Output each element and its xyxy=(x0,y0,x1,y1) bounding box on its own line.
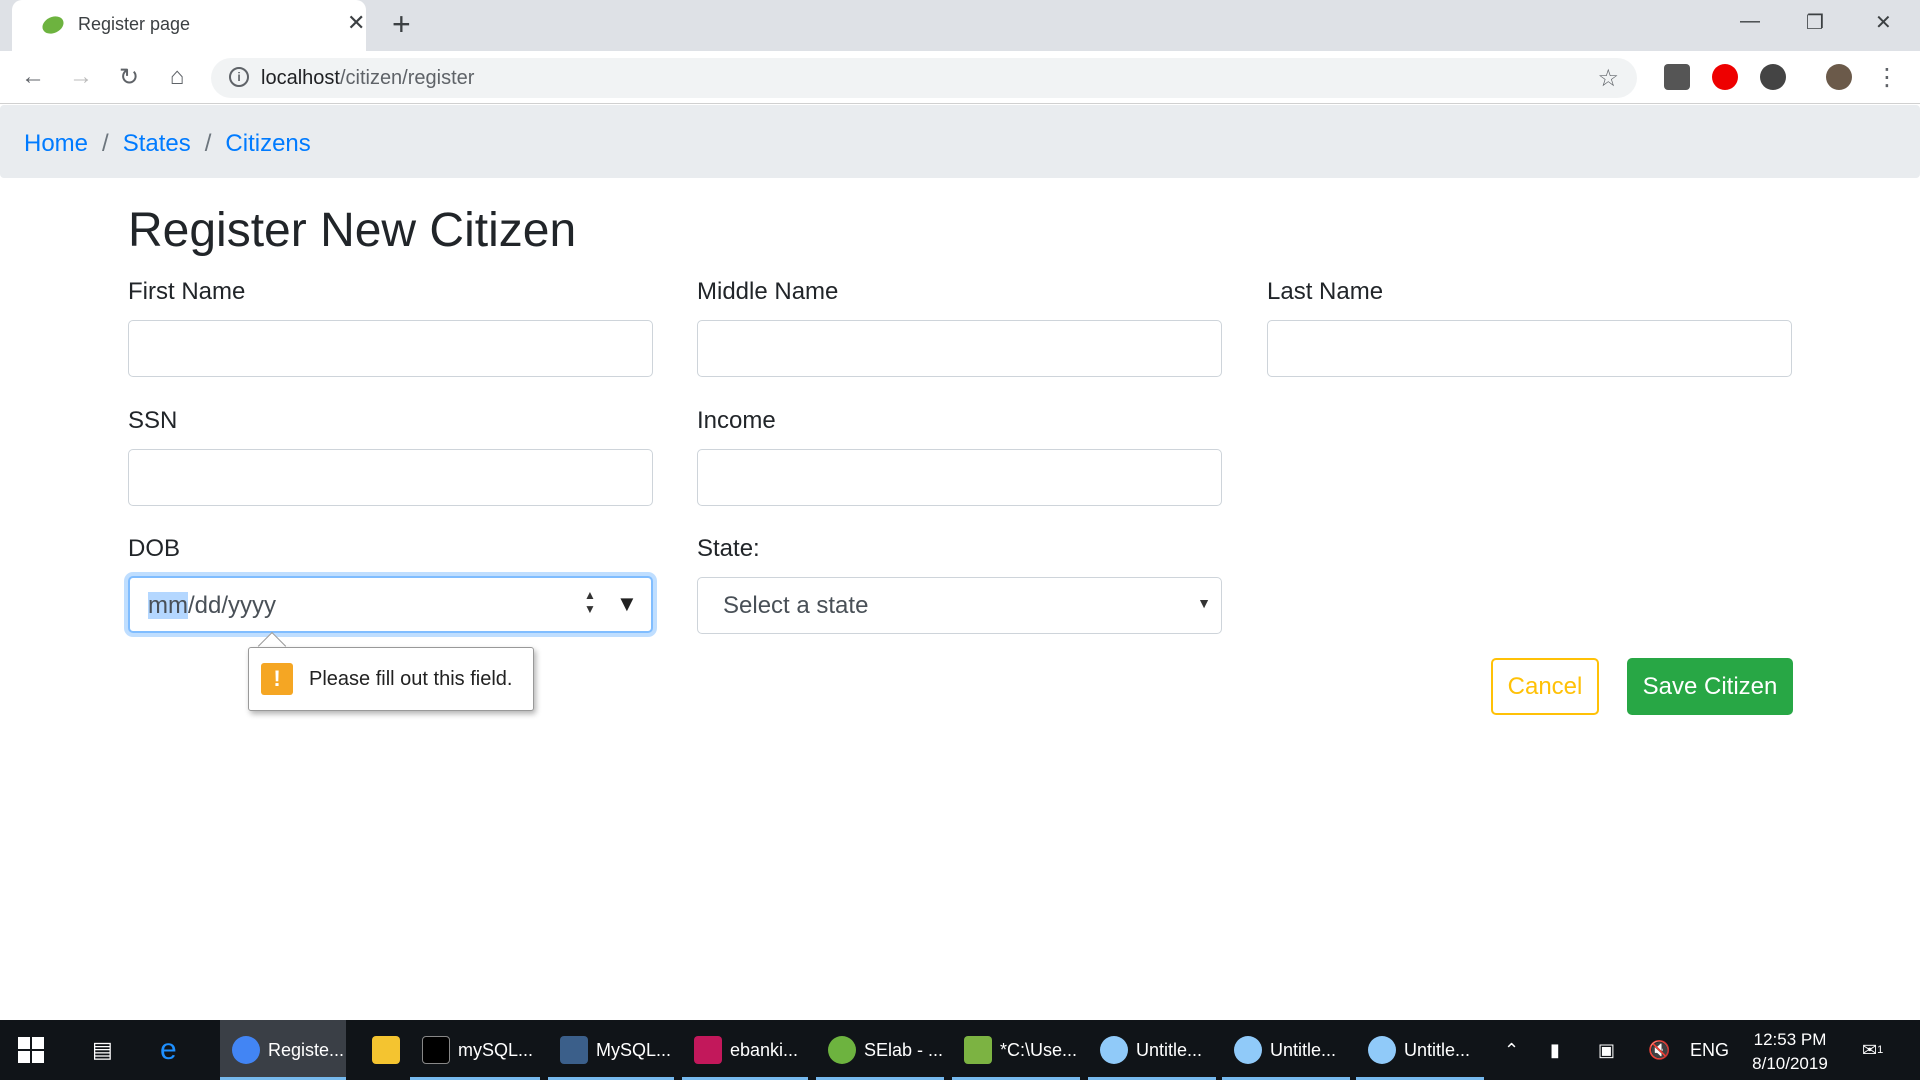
facebook-extension-icon[interactable] xyxy=(1664,64,1690,90)
breadcrumb: Home / States / Citizens xyxy=(0,105,1920,178)
bookmark-star-icon[interactable]: ☆ xyxy=(1597,64,1619,93)
taskbar-item-paint-2[interactable]: Untitle... xyxy=(1222,1020,1350,1080)
taskbar-item-spring[interactable]: SElab - ... xyxy=(816,1020,944,1080)
warning-icon: ! xyxy=(261,663,293,695)
address-bar[interactable]: i localhost/citizen/register ☆ xyxy=(211,58,1637,98)
start-button[interactable] xyxy=(18,1020,44,1080)
volume-muted-icon[interactable]: 🔇 xyxy=(1648,1020,1670,1080)
notification-count: 1 xyxy=(1877,1044,1884,1056)
breadcrumb-home[interactable]: Home xyxy=(24,130,88,158)
state-select[interactable]: Select a state ▼ xyxy=(697,577,1222,634)
sync-extension-icon[interactable] xyxy=(1760,64,1786,90)
dob-month-segment[interactable]: mm xyxy=(148,592,188,619)
chrome-icon xyxy=(232,1036,260,1064)
tab-strip: Register page ✕ + — ❐ ✕ xyxy=(0,0,1920,51)
window-close-icon[interactable]: ✕ xyxy=(1875,10,1892,35)
edge-icon[interactable]: e xyxy=(160,1020,177,1080)
network-icon[interactable]: ▣ xyxy=(1598,1020,1615,1080)
notepad-icon xyxy=(964,1036,992,1064)
intellij-icon xyxy=(694,1036,722,1064)
validation-message: Please fill out this field. xyxy=(309,668,513,690)
home-icon[interactable]: ⌂ xyxy=(162,62,192,92)
spring-icon xyxy=(828,1036,856,1064)
state-select-value: Select a state xyxy=(723,592,869,619)
cancel-button[interactable]: Cancel xyxy=(1491,658,1599,715)
close-tab-icon[interactable]: ✕ xyxy=(347,10,365,36)
validation-tooltip: ! Please fill out this field. xyxy=(248,647,534,711)
taskbar-item-paint-3[interactable]: Untitle... xyxy=(1356,1020,1484,1080)
restore-icon[interactable]: ❐ xyxy=(1806,10,1824,35)
mysql-workbench-icon xyxy=(560,1036,588,1064)
dob-rest-segment[interactable]: /dd/yyyy xyxy=(188,592,276,619)
adblock-extension-icon[interactable] xyxy=(1712,64,1738,90)
notifications-icon[interactable]: ✉ 1 xyxy=(1862,1020,1883,1080)
tab-title: Register page xyxy=(78,14,191,34)
ssn-input[interactable] xyxy=(128,449,653,506)
first-name-input[interactable] xyxy=(128,320,653,377)
last-name-input[interactable] xyxy=(1267,320,1792,377)
spinner-icon[interactable]: ▲ ▼ xyxy=(584,588,596,616)
income-input[interactable] xyxy=(697,449,1222,506)
task-view-icon[interactable]: ▤ xyxy=(92,1020,113,1080)
windows-icon xyxy=(18,1037,44,1063)
info-icon[interactable]: i xyxy=(229,67,249,87)
taskbar-item-notepad[interactable]: *C:\Use... xyxy=(952,1020,1080,1080)
page-title: Register New Citizen xyxy=(128,204,577,257)
taskbar: ▤ e Registe... mySQL... MySQL... ebanki.… xyxy=(0,1020,1920,1080)
clock-date: 8/10/2019 xyxy=(1752,1054,1828,1073)
last-name-label: Last Name xyxy=(1267,278,1384,305)
taskbar-item-paint-1[interactable]: Untitle... xyxy=(1088,1020,1216,1080)
save-citizen-button[interactable]: Save Citizen xyxy=(1627,658,1793,715)
income-label: Income xyxy=(697,407,776,434)
spring-leaf-icon xyxy=(42,16,64,34)
paint-icon xyxy=(1234,1036,1262,1064)
middle-name-label: Middle Name xyxy=(697,278,839,305)
taskbar-item-intellij[interactable]: ebanki... xyxy=(682,1020,808,1080)
minimize-icon[interactable]: — xyxy=(1740,10,1760,33)
breadcrumb-separator: / xyxy=(204,130,212,157)
calendar-dropdown-icon[interactable]: ▼ xyxy=(616,591,638,617)
breadcrumb-states[interactable]: States xyxy=(123,130,191,158)
url-text[interactable]: localhost/citizen/register xyxy=(261,67,474,90)
dob-input[interactable]: mm/dd/yyyy ▲ ▼ ▼ xyxy=(128,576,653,633)
battery-icon[interactable]: ▮ xyxy=(1550,1020,1560,1080)
language-indicator[interactable]: ENG xyxy=(1690,1020,1729,1080)
dob-label: DOB xyxy=(128,535,181,562)
taskbar-item-chrome[interactable]: Registe... xyxy=(220,1020,346,1080)
browser-tab[interactable]: Register page ✕ xyxy=(12,0,366,51)
chevron-down-icon: ▼ xyxy=(1197,595,1211,611)
first-name-label: First Name xyxy=(128,278,246,305)
profile-avatar[interactable] xyxy=(1826,64,1852,90)
paint-icon xyxy=(1368,1036,1396,1064)
clock[interactable]: 12:53 PM 8/10/2019 xyxy=(1745,1028,1835,1076)
back-icon[interactable]: ← xyxy=(18,62,48,92)
ssn-label: SSN xyxy=(128,407,178,434)
state-label: State: xyxy=(697,535,760,562)
new-tab-button[interactable]: + xyxy=(392,6,411,43)
reload-icon[interactable]: ↻ xyxy=(114,62,144,92)
taskbar-item-mysql-workbench[interactable]: MySQL... xyxy=(548,1020,674,1080)
paint-icon xyxy=(1100,1036,1128,1064)
breadcrumb-separator: / xyxy=(102,130,109,157)
breadcrumb-citizens[interactable]: Citizens xyxy=(225,130,310,158)
taskbar-item-mysql-cli[interactable]: mySQL... xyxy=(410,1020,540,1080)
chevron-up-icon[interactable]: ⌃ xyxy=(1504,1020,1519,1080)
file-explorer-icon[interactable] xyxy=(360,1020,408,1080)
terminal-icon xyxy=(422,1036,450,1064)
forward-icon[interactable]: → xyxy=(66,62,96,92)
middle-name-input[interactable] xyxy=(697,320,1222,377)
menu-icon[interactable]: ⋮ xyxy=(1872,62,1902,92)
clock-time: 12:53 PM xyxy=(1753,1030,1827,1049)
